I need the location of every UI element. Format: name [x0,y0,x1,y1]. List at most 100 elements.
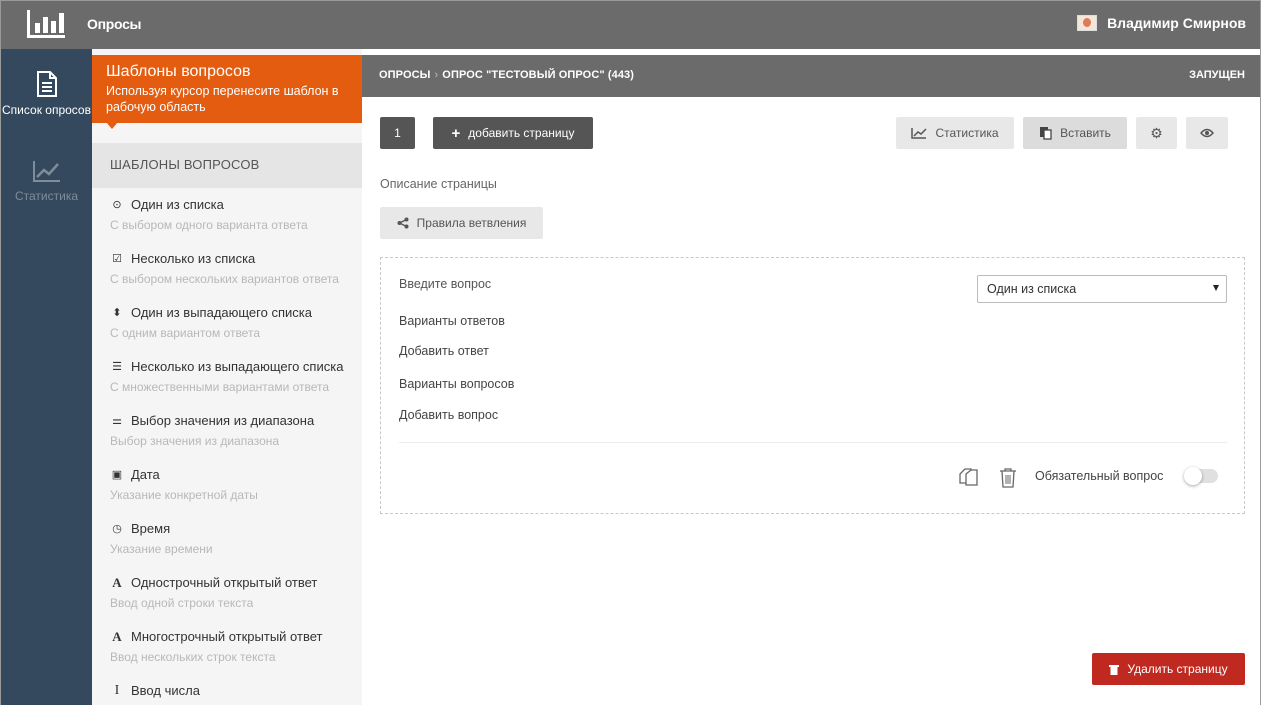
template-multiple-dropdown[interactable]: ☰ Несколько из выпадающего списка С множе… [92,359,362,413]
template-desc: Указание конкретной даты [110,488,258,502]
user-name: Владимир Смирнов [1107,15,1246,31]
template-title: Один из списка [131,197,224,212]
template-desc: Выбор значения из диапазона [110,434,280,448]
required-question-label: Обязательный вопрос [1035,469,1164,483]
statistics-label: Статистика [935,126,999,140]
preview-button[interactable] [1186,117,1228,149]
paste-icon [1040,127,1052,140]
paste-label: Вставить [1060,126,1111,140]
eye-icon [1200,128,1214,138]
template-multi-line-text[interactable]: A Многострочный открытый ответ Ввод неско… [92,629,362,683]
avatar [1077,15,1098,31]
chart-icon [32,161,60,182]
template-title: Время [131,521,171,536]
template-desc: С множественными вариантами ответа [110,380,330,394]
plus-icon: + [451,124,461,142]
template-title: Многострочный открытый ответ [131,629,323,644]
answer-options-label: Варианты ответов [399,314,505,328]
breadcrumb-current: ОПРОС "ТЕСТОВЫЙ ОПРОС" (443) [442,69,635,81]
add-page-button[interactable]: + добавить страницу [433,117,593,149]
line-chart-icon [911,128,928,139]
required-toggle[interactable] [1184,467,1218,485]
nav-item-label: Статистика [14,189,79,203]
sort-icon: ⬍ [112,307,122,319]
nav-item-surveys[interactable]: Список опросов [1,71,92,118]
page-description[interactable]: Описание страницы [380,177,497,191]
left-nav: Список опросов Статистика [1,49,92,705]
main-workspace: ОПРОСЫ › ОПРОС "ТЕСТОВЫЙ ОПРОС" (443) ЗАПУ… [362,49,1260,705]
user-menu[interactable]: Владимир Смирнов [1077,15,1246,31]
trash-icon[interactable] [999,467,1017,489]
templates-header: Шаблоны вопросов Используя курсор перене… [92,55,362,123]
template-single-dropdown[interactable]: ⬍ Один из выпадающего списка С одним вари… [92,305,362,359]
question-input[interactable]: Введите вопрос [399,277,491,291]
template-date[interactable]: ▣ Дата Указание конкретной даты [92,467,362,521]
page-number-button[interactable]: 1 [380,117,415,149]
templates-title: Шаблоны вопросов [106,63,251,80]
template-single-choice[interactable]: ⊙ Один из списка С выбором одного вариант… [92,197,362,251]
copy-icon[interactable] [957,467,981,489]
question-type-select[interactable]: Один из списка [977,275,1227,303]
share-icon [397,217,409,229]
question-card: Введите вопрос Один из списка Варианты о… [380,257,1245,514]
clock-icon: ◷ [112,523,122,535]
trash-icon [1109,664,1120,675]
header-pointer [106,122,118,129]
template-title: Один из выпадающего списка [131,305,312,320]
app-title[interactable]: Опросы [87,16,142,32]
toggle-knob [1184,467,1202,485]
template-single-line-text[interactable]: A Однострочный открытый ответ Ввод одной … [92,575,362,629]
settings-button[interactable]: ⚙ [1136,117,1177,149]
template-time[interactable]: ◷ Время Указание времени [92,521,362,575]
checkbox-icon: ☑ [112,253,122,265]
question-type-value: Один из списка [987,282,1077,296]
add-page-label: добавить страницу [468,126,575,140]
calendar-icon: ▣ [111,469,123,481]
breadcrumb-separator: › [434,69,439,81]
template-desc: Ввод одной строки текста [110,596,254,610]
delete-page-label: Удалить страницу [1127,662,1228,676]
templates-section-title: ШАБЛОНЫ ВОПРОСОВ [92,143,362,188]
templates-list: ⊙ Один из списка С выбором одного вариант… [92,197,362,705]
statistics-button[interactable]: Статистика [896,117,1014,149]
add-answer-link[interactable]: Добавить ответ [399,344,489,358]
template-title: Выбор значения из диапазона [131,413,315,428]
template-title: Дата [131,467,160,482]
template-desc: С выбором нескольких вариантов ответа [110,272,339,286]
template-number[interactable]: I Ввод числа [92,683,362,705]
template-multiple-choice[interactable]: ☑ Несколько из списка С выбором нескольки… [92,251,362,305]
gear-icon: ⚙ [1150,124,1163,141]
template-title: Несколько из выпадающего списка [131,359,344,374]
template-desc: Ввод нескольких строк текста [110,650,276,664]
list-icon: ☰ [112,361,122,373]
app-logo-icon[interactable] [27,10,65,38]
radio-icon: ⊙ [112,199,122,211]
template-desc: Указание времени [110,542,213,556]
text-cursor-icon: I [114,683,120,698]
status-badge: ЗАПУЩЕН [1189,69,1245,81]
breadcrumb: ОПРОСЫ › ОПРОС "ТЕСТОВЫЙ ОПРОС" (443) ЗАПУ… [362,55,1260,97]
template-range[interactable]: ⚌ Выбор значения из диапазона Выбор значе… [92,413,362,467]
question-variants-label: Варианты вопросов [399,377,515,391]
text-icon: A [112,575,122,590]
text-icon: A [112,629,122,644]
add-question-link[interactable]: Добавить вопрос [399,408,498,422]
top-bar: Опросы Владимир Смирнов [1,1,1260,49]
template-title: Ввод числа [131,683,200,698]
nav-item-statistics[interactable]: Статистика [1,159,92,204]
breadcrumb-root[interactable]: ОПРОСЫ [379,69,431,81]
templates-panel: Шаблоны вопросов Используя курсор перене… [92,49,362,705]
template-desc: С одним вариантом ответа [110,326,260,340]
branching-rules-button[interactable]: Правила ветвления [380,207,543,239]
nav-item-label: Список опросов [2,103,91,117]
templates-hint: Используя курсор перенесите шаблон в раб… [106,84,339,114]
chevron-down-icon [1213,285,1219,291]
template-title: Несколько из списка [131,251,256,266]
sliders-icon: ⚌ [112,415,122,427]
template-desc: С выбором одного варианта ответа [110,218,308,232]
document-icon [36,71,57,97]
divider [399,442,1227,443]
paste-button[interactable]: Вставить [1023,117,1127,149]
branching-rules-label: Правила ветвления [416,216,527,230]
delete-page-button[interactable]: Удалить страницу [1092,653,1245,685]
